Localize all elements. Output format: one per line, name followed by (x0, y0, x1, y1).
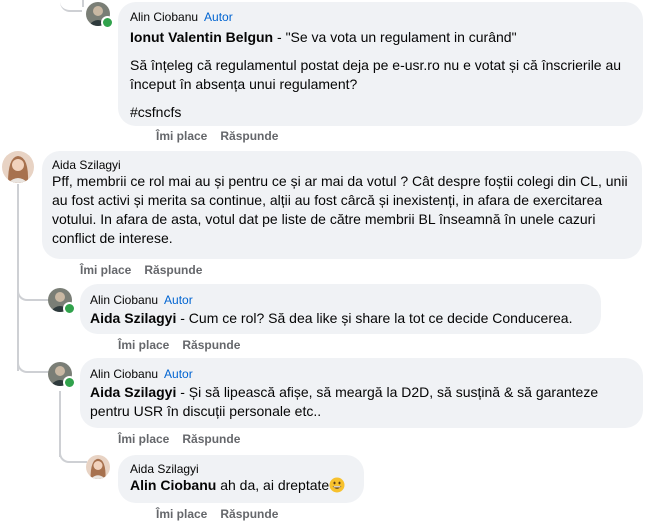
grinning-face-emoji (329, 477, 345, 493)
comment-author[interactable]: Alin Ciobanu (90, 367, 158, 381)
comment-bubble-3: Alin Ciobanu Autor Aida Szilagyi - Cum ce… (80, 284, 601, 334)
thread-connector-reply-1 (17, 285, 49, 301)
like-button[interactable]: Îmi place (156, 129, 207, 143)
like-button[interactable]: Îmi place (80, 263, 131, 277)
like-button[interactable]: Îmi place (156, 507, 207, 521)
comment-actions-1: Îmi place Răspunde (156, 129, 291, 143)
avatar-aida-szilagyi[interactable] (86, 455, 110, 479)
online-status-dot (63, 376, 76, 389)
comment-text: ah da, ai dreptate (216, 477, 330, 493)
comment-author[interactable]: Aida Szilagyi (130, 462, 352, 476)
like-button[interactable]: Îmi place (118, 432, 169, 446)
comment-actions-5: Îmi place Răspunde (156, 507, 291, 521)
comment-author[interactable]: Alin Ciobanu (130, 10, 198, 24)
comment-text: Pff, membrii ce rol mai au și pentru ce … (52, 173, 628, 246)
thread-line-main (17, 184, 19, 371)
reply-button[interactable]: Răspunde (220, 129, 278, 143)
avatar-aida-szilagyi[interactable] (2, 151, 34, 183)
thread-connector-reply-2 (17, 357, 49, 373)
comment-bubble-2: Aida Szilagyi Pff, membrii ce rol mai au… (42, 151, 642, 259)
comment-author[interactable]: Aida Szilagyi (52, 158, 632, 172)
comment-text: - Cum ce rol? Să dea like și share la to… (176, 310, 573, 326)
thread-line-top (82, 0, 84, 7)
hashtag-link[interactable]: #csfncfs (130, 103, 631, 122)
comment-bubble-1: Alin Ciobanu Autor Ionut Valentin Belgun … (118, 2, 643, 126)
reply-button[interactable]: Răspunde (182, 432, 240, 446)
mention-link[interactable]: Ionut Valentin Belgun (130, 29, 273, 45)
thread-connector-top (60, 0, 82, 12)
author-badge: Autor (204, 10, 233, 24)
author-badge: Autor (164, 367, 193, 381)
reply-button[interactable]: Răspunde (182, 338, 240, 352)
mention-link[interactable]: Aida Szilagyi (90, 384, 176, 400)
online-status-dot (101, 16, 114, 29)
comment-bubble-5: Aida Szilagyi Alin Ciobanu ah da, ai dre… (118, 455, 364, 503)
comment-actions-2: Îmi place Răspunde (80, 263, 215, 277)
comment-actions-3: Îmi place Răspunde (118, 338, 253, 352)
comment-author[interactable]: Alin Ciobanu (90, 293, 158, 307)
comment-text: - "Se va vota un regulament in curând" (273, 29, 517, 45)
mention-link[interactable]: Alin Ciobanu (130, 477, 216, 493)
online-status-dot (63, 302, 76, 315)
comment-paragraph: Să înțeleg că regulamentul postat deja p… (130, 57, 622, 92)
reply-button[interactable]: Răspunde (220, 507, 278, 521)
reply-button[interactable]: Răspunde (144, 263, 202, 277)
like-button[interactable]: Îmi place (118, 338, 169, 352)
mention-link[interactable]: Aida Szilagyi (90, 310, 176, 326)
comment-actions-4: Îmi place Răspunde (118, 432, 253, 446)
comment-bubble-4: Alin Ciobanu Autor Aida Szilagyi - Și să … (80, 358, 643, 428)
author-badge: Autor (164, 293, 193, 307)
thread-connector-reply-3 (59, 447, 87, 463)
